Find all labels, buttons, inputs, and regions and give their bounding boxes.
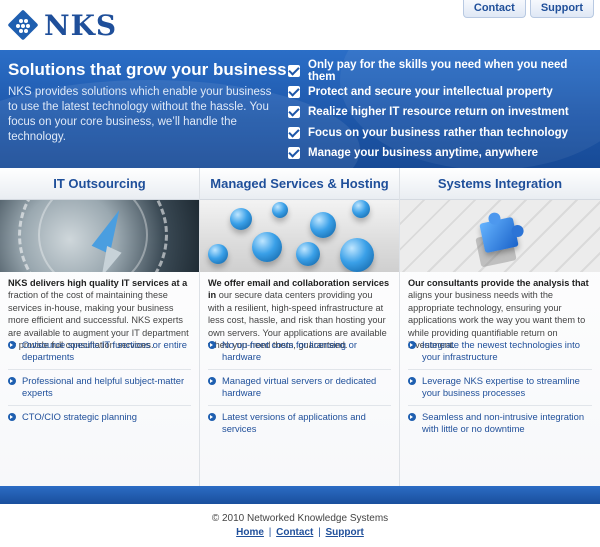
arrow-bullet-icon xyxy=(8,341,16,349)
arrow-bullet-icon xyxy=(208,341,216,349)
column-it-outsourcing: IT Outsourcing NKS delivers high quality… xyxy=(0,168,200,486)
column-title[interactable]: Systems Integration xyxy=(400,168,600,200)
nks-logo[interactable]: NKS xyxy=(7,5,138,45)
footer-separator: | xyxy=(318,527,321,538)
feature-list: No up-front costs for licensing or hardw… xyxy=(200,334,399,442)
footer-band xyxy=(0,486,600,504)
arrow-bullet-icon xyxy=(208,377,216,385)
feature-link[interactable]: Latest versions of applications and serv… xyxy=(208,406,391,442)
checkbox-icon xyxy=(288,147,300,160)
checkbox-icon xyxy=(288,106,300,119)
feature-link[interactable]: Seamless and non-intrusive integration w… xyxy=(408,406,592,442)
arrow-bullet-icon xyxy=(208,413,216,421)
benefit-item: Realize higher IT resource return on inv… xyxy=(288,102,598,123)
logo-text: NKS xyxy=(44,8,118,42)
column-title[interactable]: IT Outsourcing xyxy=(0,168,199,200)
network-spheres-image xyxy=(200,200,399,272)
checkbox-icon xyxy=(288,85,300,98)
hero-description: NKS provides solutions which enable your… xyxy=(8,86,272,143)
footer-links: Home | Contact | Support xyxy=(0,527,600,538)
feature-link[interactable]: No up-front costs for licensing or hardw… xyxy=(208,334,391,370)
column-systems-integration: Systems Integration Our consultants prov… xyxy=(400,168,600,486)
contact-link[interactable]: Contact xyxy=(462,0,526,18)
puzzle-piece-image xyxy=(400,200,600,272)
feature-link[interactable]: Outsource specific IT functions or entir… xyxy=(8,334,191,370)
benefit-item: Focus on your business rather than techn… xyxy=(288,123,598,144)
benefit-item: Only pay for the skills you need when yo… xyxy=(288,59,598,83)
feature-link[interactable]: CTO/CIO strategic planning xyxy=(8,406,191,442)
footer-home-link[interactable]: Home xyxy=(236,527,264,538)
checkbox-icon xyxy=(288,65,300,78)
compass-image xyxy=(0,200,199,272)
arrow-bullet-icon xyxy=(8,413,16,421)
arrow-bullet-icon xyxy=(408,341,416,349)
hero-banner: Solutions that grow your business NKS pr… xyxy=(0,50,600,168)
top-nav: Contact Support xyxy=(462,0,594,18)
feature-list: Outsource specific IT functions or entir… xyxy=(0,334,199,442)
benefit-item: Manage your business anytime, anywhere xyxy=(288,143,598,164)
service-columns: IT Outsourcing NKS delivers high quality… xyxy=(0,168,600,486)
logo-diamond-icon xyxy=(7,9,39,41)
feature-list: Integrate the newest technologies into y… xyxy=(400,334,600,442)
support-link[interactable]: Support xyxy=(529,0,594,18)
footer-contact-link[interactable]: Contact xyxy=(276,527,313,538)
column-description: Our consultants provide the analysis tha… xyxy=(408,278,589,351)
footer-support-link[interactable]: Support xyxy=(326,527,364,538)
arrow-bullet-icon xyxy=(408,377,416,385)
feature-link[interactable]: Integrate the newest technologies into y… xyxy=(408,334,592,370)
feature-link[interactable]: Managed virtual servers or dedicated har… xyxy=(208,370,391,406)
column-description: NKS delivers high quality IT services at… xyxy=(8,278,189,351)
hero-title: Solutions that grow your business xyxy=(8,60,287,79)
checkbox-icon xyxy=(288,126,300,139)
site-header: NKS Contact Support xyxy=(0,0,600,50)
feature-link[interactable]: Professional and helpful subject-matter … xyxy=(8,370,191,406)
column-managed-services: Managed Services & Hosting We offer emai… xyxy=(200,168,400,486)
arrow-bullet-icon xyxy=(8,377,16,385)
feature-link[interactable]: Leverage NKS expertise to streamline you… xyxy=(408,370,592,406)
footer-separator: | xyxy=(268,527,272,538)
arrow-bullet-icon xyxy=(408,413,416,421)
column-title[interactable]: Managed Services & Hosting xyxy=(200,168,399,200)
column-description: We offer email and collaboration service… xyxy=(208,278,390,351)
benefit-item: Protect and secure your intellectual pro… xyxy=(288,82,598,103)
site-footer: © 2010 Networked Knowledge Systems Home … xyxy=(0,504,600,547)
copyright-text: © 2010 Networked Knowledge Systems xyxy=(211,513,389,524)
benefits-list: Only pay for the skills you need when yo… xyxy=(288,59,598,164)
